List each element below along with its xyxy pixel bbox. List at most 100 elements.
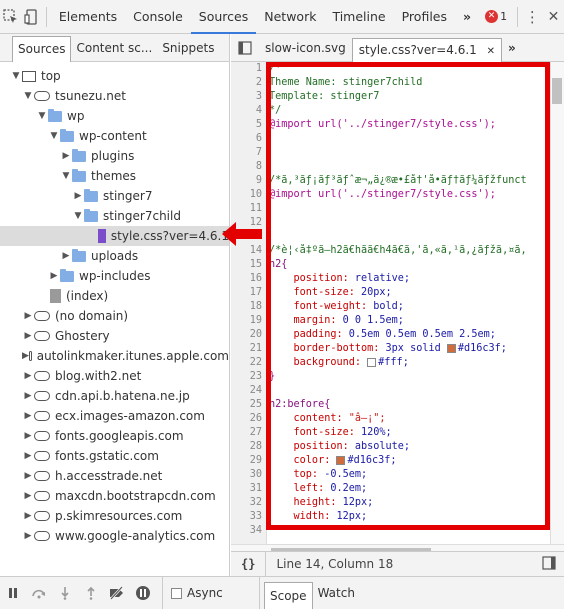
inspect-element-icon[interactable] [0,0,21,34]
navigator-menu-button[interactable]: ⋮ [225,34,229,62]
tree-item-label: themes [91,169,137,183]
tree-item-folder[interactable]: ▶ stinger7 [0,186,229,206]
tree-item-top[interactable]: ▼ top [0,66,229,86]
tree-item-label: autolinkmaker.itunes.apple.com [36,349,229,363]
tree-item-domain[interactable]: ▶ blog.with2.net [0,366,229,386]
close-devtools-button[interactable]: ✕ [543,0,564,34]
file-tree: ▼ top ▼ tsunezu.net ▼ wp ▼ wp-content ▶ … [0,62,229,546]
pretty-print-button[interactable]: {} [231,557,265,571]
cloud-icon [34,311,50,321]
scroll-thumb[interactable] [552,78,562,104]
line-number: 33 [249,511,262,522]
tree-item-domain[interactable]: ▶ fonts.googleapis.com [0,426,229,446]
line-number: 21 [249,343,262,354]
async-toggle[interactable]: Async [163,586,259,600]
more-tabs-button[interactable]: » [455,0,479,34]
tab-elements[interactable]: Elements [51,0,125,34]
tree-item-folder[interactable]: ▶ wp-includes [0,266,229,286]
tree-item-domain[interactable]: ▶ (no domain) [0,306,229,326]
collapsed-arrow-icon: ▶ [22,351,29,361]
async-checkbox[interactable] [171,587,182,599]
tree-item-domain[interactable]: ▶ ecx.images-amazon.com [0,406,229,426]
tab-sources-navigator[interactable]: Sources [12,35,72,62]
tree-item-folder[interactable]: ▶ uploads [0,246,229,266]
tab-network[interactable]: Network [256,0,324,34]
expanded-arrow-icon: ▼ [24,91,32,101]
tree-item-label: ecx.images-amazon.com [55,409,205,423]
tree-item-domain[interactable]: ▶ Ghostery [0,326,229,346]
cloud-icon [34,491,50,501]
line-number: 15 [249,259,262,270]
tab-slow-icon-svg[interactable]: slow-icon.svg [259,34,352,62]
tab-timeline[interactable]: Timeline [324,0,393,34]
tree-item-domain[interactable]: ▼ tsunezu.net [0,86,229,106]
tab-sources[interactable]: Sources [190,0,257,34]
folder-icon [72,168,86,182]
line-number: 2 [255,77,262,88]
tree-item-folder[interactable]: ▼ wp-content [0,126,229,146]
tree-item-domain[interactable]: ▶ cdn.api.b.hatena.ne.jp [0,386,229,406]
cloud-icon [34,511,50,521]
tree-item-label: top [41,69,61,83]
tree-item-domain[interactable]: ▶ www.google-analytics.com [0,526,229,546]
line-number: 1 [255,63,262,74]
tree-item-domain[interactable]: ▶ p.skimresources.com [0,506,229,526]
line-number: 27 [249,427,262,438]
line-number: 29 [249,455,262,466]
tree-item-domain[interactable]: ▶ maxcdn.bootstrapcdn.com [0,486,229,506]
error-counter[interactable]: ✕ 1 [479,10,513,23]
deactivate-breakpoints-icon[interactable] [104,577,130,609]
tree-item-folder[interactable]: ▼ themes [0,166,229,186]
tree-item-file-selected[interactable]: style.css?ver=4.6.1 [0,226,229,246]
line-number: 4 [255,105,262,116]
tab-scope[interactable]: Scope [264,581,313,609]
tab-watch[interactable]: Watch [313,579,360,607]
device-mode-icon[interactable] [21,0,42,34]
line-number: 16 [249,273,262,284]
tab-style-css[interactable]: style.css?ver=4.6.1 ✕ [351,37,503,62]
line-number: 8 [255,161,262,172]
tree-item-label: uploads [91,249,139,263]
line-number-gutter: 1234567891011121314151617181920212223242… [231,62,267,544]
collapsed-arrow-icon: ▶ [24,511,32,521]
collapsed-arrow-icon: ▶ [50,271,58,281]
step-out-icon[interactable] [78,577,104,609]
tree-item-folder[interactable]: ▼ stinger7child [0,206,229,226]
line-number: 5 [255,119,262,130]
close-tab-icon[interactable]: ✕ [487,46,495,57]
collapsed-arrow-icon: ▶ [24,311,32,321]
tab-content-scripts[interactable]: Content sc... [71,34,157,62]
vertical-scrollbar[interactable] [550,62,564,544]
step-over-icon[interactable] [26,577,52,609]
folder-icon [60,128,74,142]
tree-item-domain[interactable]: ▶ h.accesstrade.net [0,466,229,486]
step-into-icon[interactable] [52,577,78,609]
tree-item-label: blog.with2.net [55,369,142,383]
file-icon [98,229,106,243]
pause-icon[interactable] [0,577,26,609]
tab-console[interactable]: Console [125,0,191,34]
more-editor-tabs-button[interactable]: » [502,34,522,62]
tree-item-folder[interactable]: ▼ wp [0,106,229,126]
cloud-icon [34,431,50,441]
cloud-icon [34,451,50,461]
tree-item-label: (index) [66,289,109,303]
toggle-navigator-icon[interactable] [231,34,259,62]
line-number: 9 [255,175,262,186]
tree-item-label: style.css?ver=4.6.1 [110,229,229,243]
pause-on-exceptions-icon[interactable] [130,577,156,609]
tab-snippets[interactable]: Snippets [157,34,219,62]
tree-item-domain[interactable]: ▶ autolinkmaker.itunes.apple.com [0,346,229,366]
tree-item-label: wp [67,109,85,123]
error-icon: ✕ [485,10,499,23]
toggle-debugger-icon[interactable] [542,555,556,573]
tree-item-folder[interactable]: ▶ plugins [0,146,229,166]
customize-menu-button[interactable]: ⋮ [522,0,543,34]
tab-profiles[interactable]: Profiles [394,0,455,34]
tree-item-domain[interactable]: ▶ fonts.gstatic.com [0,446,229,466]
line-number: 23 [249,371,262,382]
expanded-arrow-icon: ▼ [12,71,20,81]
navigator-tabs: Sources Content sc... Snippets ⋮ [0,34,229,62]
tree-item-file[interactable]: (index) [0,286,229,306]
collapsed-arrow-icon: ▶ [74,191,82,201]
